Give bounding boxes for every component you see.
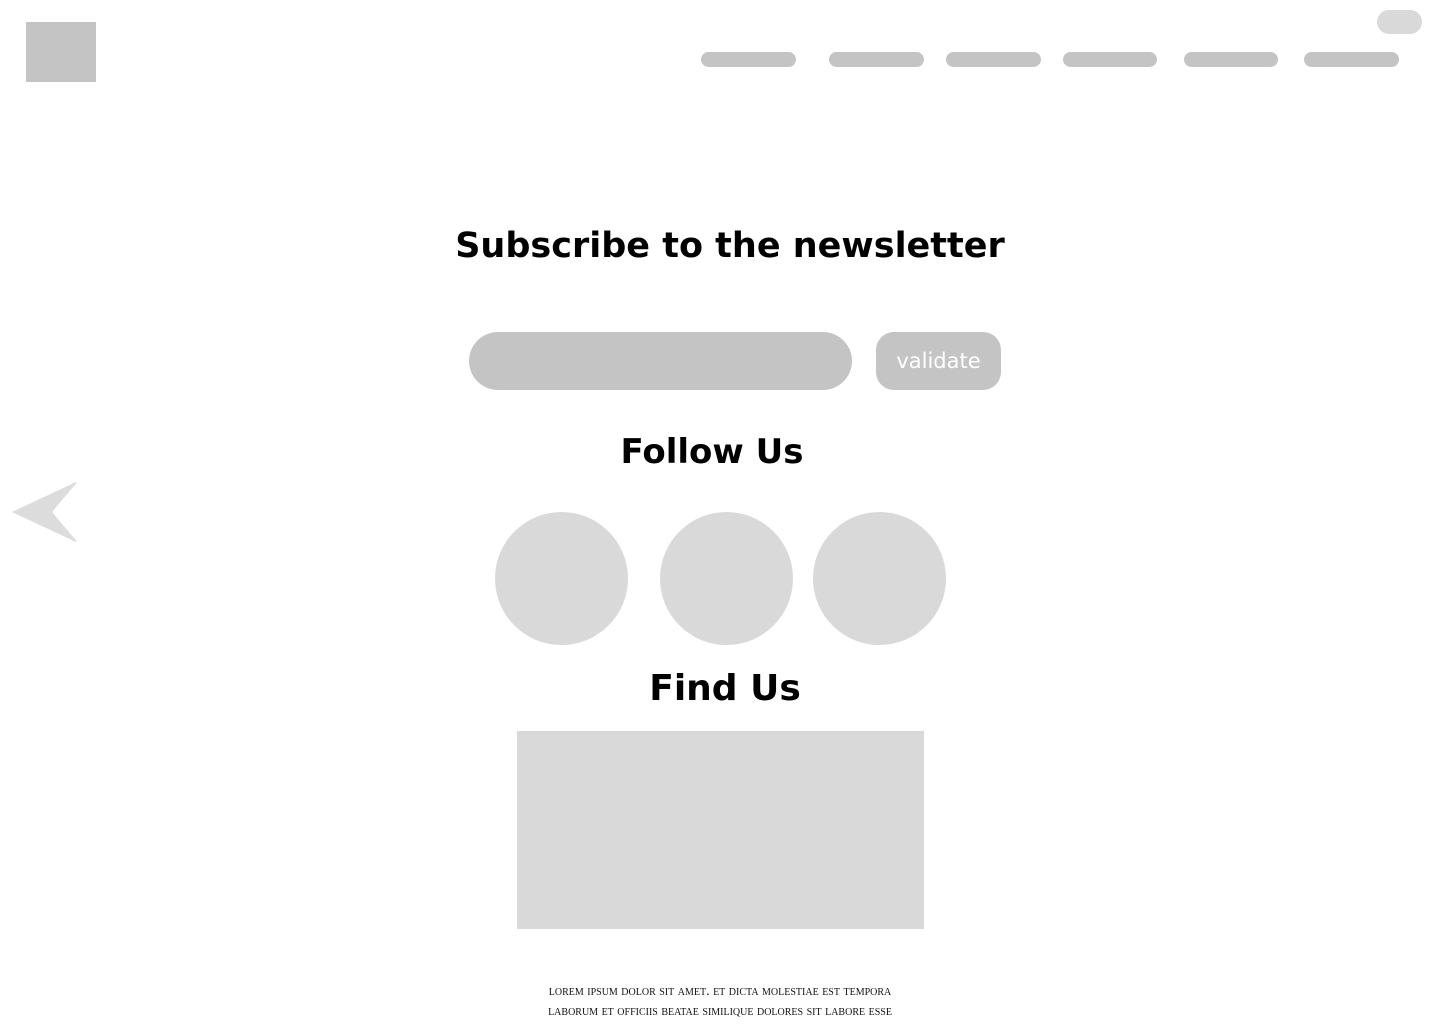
newsletter-title: Subscribe to the newsletter bbox=[455, 226, 1005, 266]
social-icon-3[interactable] bbox=[813, 512, 946, 645]
footer-line-1: Lorem ipsum dolor sit amet. Et dicta mol… bbox=[548, 984, 892, 999]
validate-button[interactable]: validate bbox=[876, 332, 1001, 390]
logo[interactable] bbox=[26, 22, 96, 82]
nav-item-2[interactable] bbox=[829, 52, 924, 67]
social-icon-1[interactable] bbox=[495, 512, 628, 645]
footer-line-2: laborum et officiis beatae similique dol… bbox=[548, 1004, 892, 1019]
nav-item-1[interactable] bbox=[701, 52, 796, 67]
email-field[interactable] bbox=[469, 332, 852, 390]
find-us-title: Find Us bbox=[649, 668, 801, 709]
nav-item-4[interactable] bbox=[1063, 52, 1157, 67]
nav-item-6[interactable] bbox=[1304, 52, 1399, 67]
menu-toggle-button[interactable] bbox=[1377, 10, 1422, 34]
back-arrow-icon[interactable] bbox=[10, 480, 80, 544]
page: Subscribe to the newsletter validate Fol… bbox=[0, 0, 1440, 1024]
social-icon-2[interactable] bbox=[660, 512, 793, 645]
footer-text: Lorem ipsum dolor sit amet. Et dicta mol… bbox=[420, 982, 1020, 1022]
nav-item-5[interactable] bbox=[1184, 52, 1278, 67]
nav-item-3[interactable] bbox=[946, 52, 1041, 67]
map[interactable] bbox=[517, 731, 924, 929]
follow-us-title: Follow Us bbox=[620, 432, 804, 472]
